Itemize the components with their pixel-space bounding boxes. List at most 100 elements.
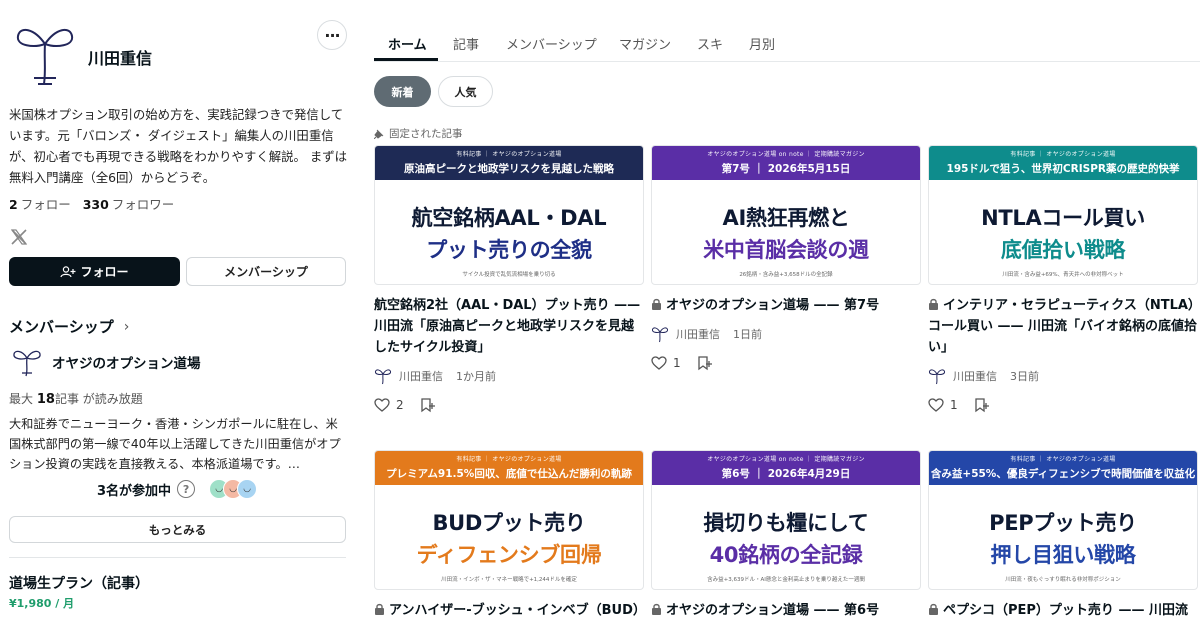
thumbnail-header: 有料記事 ｜ オヤジのオプション道場 原油高ピークと地政学リスクを見越した戦略: [375, 146, 643, 180]
filter-new-button[interactable]: 新着: [374, 76, 431, 107]
tab-articles[interactable]: 記事: [453, 34, 479, 53]
tab-monthly[interactable]: 月別: [749, 34, 775, 53]
lock-icon: [652, 298, 661, 310]
help-icon[interactable]: ?: [177, 480, 196, 498]
chevron-right-icon: ›: [123, 318, 130, 335]
like-count: 1: [673, 356, 681, 370]
joined-text: 3名が参加中: [97, 483, 172, 499]
profile-sidebar: 川田重信 ··· 米国株オプション取引の始め方を、実践記録つきで発信しています。…: [0, 0, 356, 620]
heart-icon[interactable]: [928, 398, 944, 412]
x-social-icon[interactable]: [10, 228, 28, 246]
member-avatar-icon: ◡: [237, 479, 258, 499]
thumbnail-subheadline: プット売りの全貌: [426, 238, 592, 262]
article-title[interactable]: アンハイザー-ブッシュ・インベブ（BUD）: [374, 600, 646, 620]
lock-icon: [929, 603, 938, 615]
thumbnail-header: 有料記事 ｜ オヤジのオプション道場 含み益+55%、優良ディフェンシブで時間価…: [929, 451, 1197, 485]
post-time: 3日前: [1010, 370, 1039, 383]
follow-count[interactable]: 2: [9, 197, 18, 212]
author-avatar[interactable]: [374, 367, 392, 385]
thumbnail-footnote: サイクル投資で乱気流相場を乗り切る: [462, 272, 556, 278]
article-thumbnail[interactable]: 有料記事 ｜ オヤジのオプション道場 プレミアム91.5%回収、底値で仕込んだ勝…: [374, 450, 644, 590]
follow-stats: 2 フォロー 330 フォロワー: [9, 194, 174, 213]
author-name[interactable]: 川田重信: [676, 326, 720, 342]
pinned-label: 固定された記事: [374, 126, 463, 141]
follower-count[interactable]: 330: [83, 197, 109, 212]
lock-icon: [929, 298, 938, 310]
article-card[interactable]: 有料記事 ｜ オヤジのオプション道場 含み益+55%、優良ディフェンシブで時間価…: [928, 450, 1198, 620]
article-card[interactable]: オヤジのオプション道場 on note ｜ 定期購読マガジン 第7号 ｜ 202…: [651, 145, 921, 371]
post-time: 1日前: [733, 328, 762, 341]
pin-icon: [374, 129, 384, 139]
dojo-name[interactable]: オヤジのオプション道場: [52, 352, 201, 372]
article-title[interactable]: オヤジのオプション道場 —— 第7号: [651, 295, 923, 316]
thumbnail-headline: BUDプット売り: [432, 511, 586, 535]
thumbnail-footnote: 26銘柄・含み益+3,658ドルの全記録: [739, 272, 833, 278]
profile-tabs: ホーム 記事 メンバーシップ マガジン スキ 月別: [374, 24, 1200, 62]
article-title[interactable]: ペプシコ（PEP）プット売り —— 川田流: [928, 600, 1200, 620]
add-to-magazine-icon[interactable]: [974, 397, 990, 413]
dojo-logo[interactable]: [12, 346, 42, 378]
thumbnail-headline: 損切りも糧にして: [703, 511, 869, 535]
dojo-article-count: 最大 18記事 が読み放題: [9, 392, 143, 407]
thumbnail-header: オヤジのオプション道場 on note ｜ 定期購読マガジン 第6号 ｜ 202…: [652, 451, 920, 485]
thumbnail-subheadline: 底値拾い戦略: [1000, 238, 1126, 262]
article-title[interactable]: オヤジのオプション道場 —— 第6号: [651, 600, 923, 620]
article-meta: 川田重信 1日前: [651, 325, 921, 343]
membership-heading-label: メンバーシップ: [9, 318, 114, 336]
dojo-description: 大和証券でニューヨーク・香港・シンガポールに駐在し、米国株式部門の第一線で40年…: [9, 417, 341, 471]
article-thumbnail[interactable]: オヤジのオプション道場 on note ｜ 定期購読マガジン 第6号 ｜ 202…: [651, 450, 921, 590]
profile-name: 川田重信: [88, 49, 153, 68]
article-thumbnail[interactable]: 有料記事 ｜ オヤジのオプション道場 195ドルで狙う、世界初CRISPR薬の歴…: [928, 145, 1198, 285]
thumbnail-footnote: 含み益+3,639ドル・AI懸念と金利高止まりを乗り越えた一週間: [707, 577, 865, 583]
author-name[interactable]: 川田重信: [953, 368, 997, 384]
article-thumbnail[interactable]: 有料記事 ｜ オヤジのオプション道場 原油高ピークと地政学リスクを見越した戦略 …: [374, 145, 644, 285]
article-card[interactable]: 有料記事 ｜ オヤジのオプション道場 原油高ピークと地政学リスクを見越した戦略 …: [374, 145, 644, 413]
membership-heading[interactable]: メンバーシップ ›: [9, 316, 129, 337]
member-avatars: ◡ ◡ ◡: [209, 479, 258, 499]
article-card[interactable]: 有料記事 ｜ オヤジのオプション道場 プレミアム91.5%回収、底値で仕込んだ勝…: [374, 450, 646, 620]
profile-bio: 米国株オプション取引の始め方を、実践記録つきで発信しています。元「バロンズ・ ダ…: [9, 107, 347, 185]
heart-icon[interactable]: [374, 398, 390, 412]
article-title[interactable]: インテリア・セラピューティクス（NTLA）コール買い —— 川田流「バイオ銘柄の…: [928, 295, 1200, 358]
heart-icon[interactable]: [651, 356, 667, 370]
author-avatar[interactable]: [651, 325, 669, 343]
divider: [9, 557, 346, 558]
see-more-button[interactable]: もっとみる: [9, 516, 346, 543]
thumbnail-subheadline: 米中首脳会談の週: [703, 238, 869, 262]
tab-home[interactable]: ホーム: [388, 34, 427, 53]
follow-label[interactable]: フォロー: [21, 197, 71, 212]
thumbnail-subheadline: 押し目狙い戦略: [990, 543, 1136, 567]
thumbnail-subheadline: 40銘柄の全記録: [709, 543, 863, 567]
article-actions: 1: [928, 397, 1198, 413]
author-name[interactable]: 川田重信: [399, 368, 443, 384]
thumbnail-footnote: 川田流・インボ・ザ・マネー戦略で+1,244ドルを確定: [441, 577, 577, 583]
avatar[interactable]: [12, 18, 78, 90]
follow-button[interactable]: フォロー: [9, 257, 180, 286]
thumbnail-headline: PEPプット売り: [989, 511, 1137, 535]
tab-likes[interactable]: スキ: [697, 34, 723, 53]
follower-label[interactable]: フォロワー: [112, 197, 175, 212]
tab-magazine[interactable]: マガジン: [619, 34, 671, 53]
article-thumbnail[interactable]: 有料記事 ｜ オヤジのオプション道場 含み益+55%、優良ディフェンシブで時間価…: [928, 450, 1198, 590]
members-joined: 3名が参加中 ? ◡ ◡ ◡: [97, 479, 258, 499]
add-to-magazine-icon[interactable]: [420, 397, 436, 413]
article-card[interactable]: 有料記事 ｜ オヤジのオプション道場 195ドルで狙う、世界初CRISPR薬の歴…: [928, 145, 1198, 413]
add-user-icon: [60, 265, 76, 277]
thumbnail-footnote: 川田流・含み益+69%、青天井への非対称ベット: [1002, 272, 1124, 278]
add-to-magazine-icon[interactable]: [697, 355, 713, 371]
plan-title[interactable]: 道場生プラン（記事）: [9, 573, 149, 593]
article-card[interactable]: オヤジのオプション道場 on note ｜ 定期購読マガジン 第6号 ｜ 202…: [651, 450, 921, 620]
filter-popular-button[interactable]: 人気: [438, 76, 493, 107]
membership-button[interactable]: メンバーシップ: [186, 257, 346, 286]
article-thumbnail[interactable]: オヤジのオプション道場 on note ｜ 定期購読マガジン 第7号 ｜ 202…: [651, 145, 921, 285]
author-avatar[interactable]: [928, 367, 946, 385]
article-meta: 川田重信 3日前: [928, 367, 1198, 385]
like-count: 2: [396, 398, 404, 412]
article-actions: 1: [651, 355, 921, 371]
lock-icon: [375, 603, 384, 615]
tab-membership[interactable]: メンバーシップ: [506, 34, 597, 53]
article-title[interactable]: 航空銘柄2社（AAL・DAL）プット売り —— 川田流「原油高ピークと地政学リス…: [374, 295, 646, 358]
article-meta: 川田重信 1か月前: [374, 367, 644, 385]
like-count: 1: [950, 398, 958, 412]
more-options-button[interactable]: ···: [317, 20, 347, 50]
